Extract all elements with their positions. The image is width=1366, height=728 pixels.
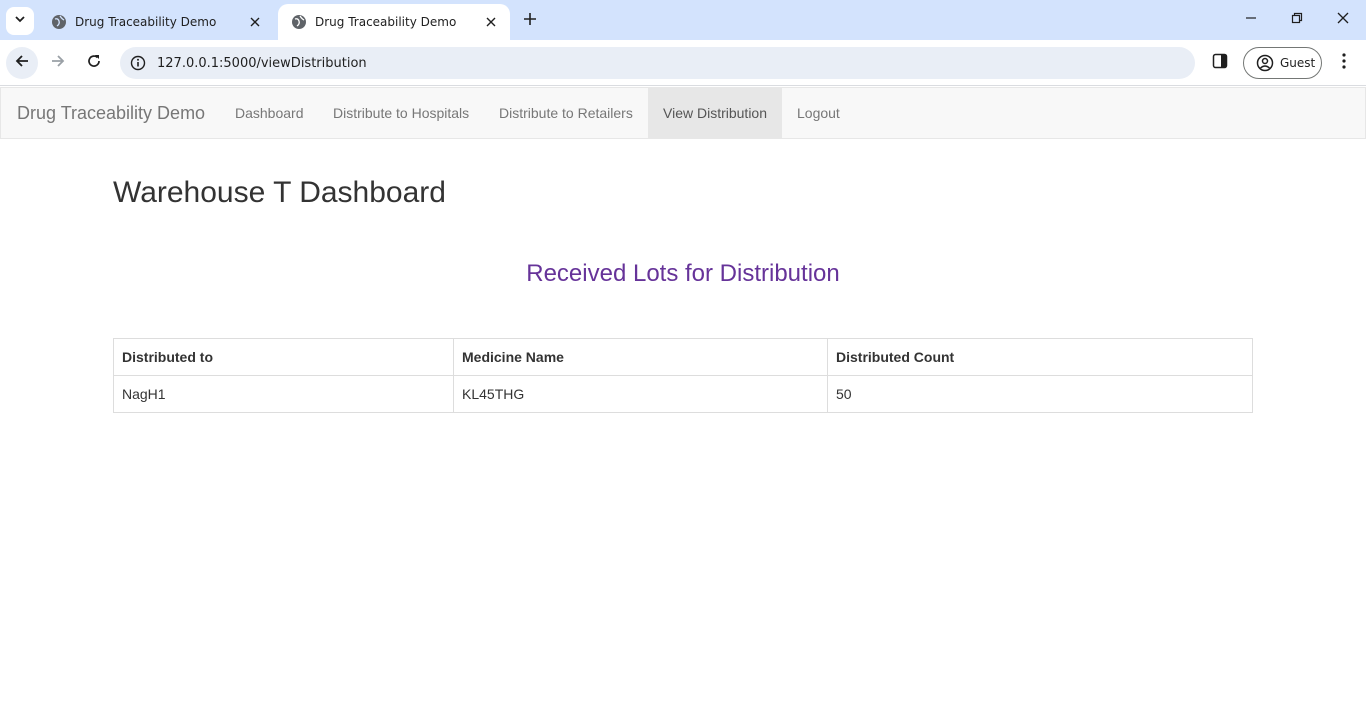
cell-distributed-count: 50 [827,375,1253,413]
cell-medicine-name: KL45THG [453,375,828,413]
table-row: NagH1 KL45THG 50 [113,375,1253,413]
restore-button[interactable] [1274,0,1320,40]
side-panel-icon [1212,53,1228,74]
section-title: Received Lots for Distribution [526,260,840,287]
side-panel-button[interactable] [1206,49,1234,77]
globe-icon [291,14,307,30]
tab-title: Drug Traceability Demo [315,15,457,29]
arrow-left-icon [14,53,30,74]
reload-icon [86,53,102,74]
tab-search-button[interactable] [6,7,34,35]
column-header-medicine-name: Medicine Name [453,338,828,376]
nav-item-logout[interactable]: Logout [782,88,855,138]
table-header-row: Distributed to Medicine Name Distributed… [113,338,1253,376]
column-header-distributed-to: Distributed to [113,338,454,376]
profile-button[interactable]: Guest [1243,47,1322,79]
distribution-table: Distributed to Medicine Name Distributed… [113,338,1253,413]
browser-tab-strip: Drug Traceability Demo Drug Traceability… [0,0,1366,40]
reload-button[interactable] [78,47,110,79]
browser-toolbar: 127.0.0.1:5000/viewDistribution Guest [0,40,1366,86]
chevron-down-icon [14,12,26,30]
account-circle-icon [1256,54,1274,72]
plus-icon [523,12,537,31]
close-icon[interactable] [482,13,500,31]
close-icon [1337,11,1349,29]
profile-label: Guest [1280,56,1316,70]
tab-title: Drug Traceability Demo [75,15,217,29]
restore-icon [1291,11,1303,29]
nav-item-distribute-hospitals[interactable]: Distribute to Hospitals [318,88,484,138]
browser-tab-1[interactable]: Drug Traceability Demo [38,4,274,40]
cell-distributed-to: NagH1 [113,375,454,413]
browser-tab-2[interactable]: Drug Traceability Demo [278,4,510,40]
info-icon[interactable] [128,53,148,73]
more-vertical-icon [1342,52,1346,74]
page-title: Warehouse T Dashboard [113,176,446,209]
nav-item-dashboard[interactable]: Dashboard [220,88,319,138]
address-bar[interactable]: 127.0.0.1:5000/viewDistribution [120,47,1195,79]
navbar-brand[interactable]: Drug Traceability Demo [17,88,205,138]
nav-item-view-distribution[interactable]: View Distribution [648,88,782,138]
close-icon[interactable] [246,13,264,31]
site-navbar: Drug Traceability Demo Dashboard Distrib… [0,87,1366,139]
window-close-button[interactable] [1320,0,1366,40]
globe-icon [51,14,67,30]
minimize-icon [1245,11,1257,29]
nav-item-distribute-retailers[interactable]: Distribute to Retailers [484,88,648,138]
column-header-distributed-count: Distributed Count [827,338,1253,376]
browser-menu-button[interactable] [1332,49,1356,77]
new-tab-button[interactable] [518,9,542,33]
minimize-button[interactable] [1228,0,1274,40]
url-text: 127.0.0.1:5000/viewDistribution [157,55,367,71]
forward-button[interactable] [42,47,74,79]
back-button[interactable] [6,47,38,79]
arrow-right-icon [50,53,66,74]
